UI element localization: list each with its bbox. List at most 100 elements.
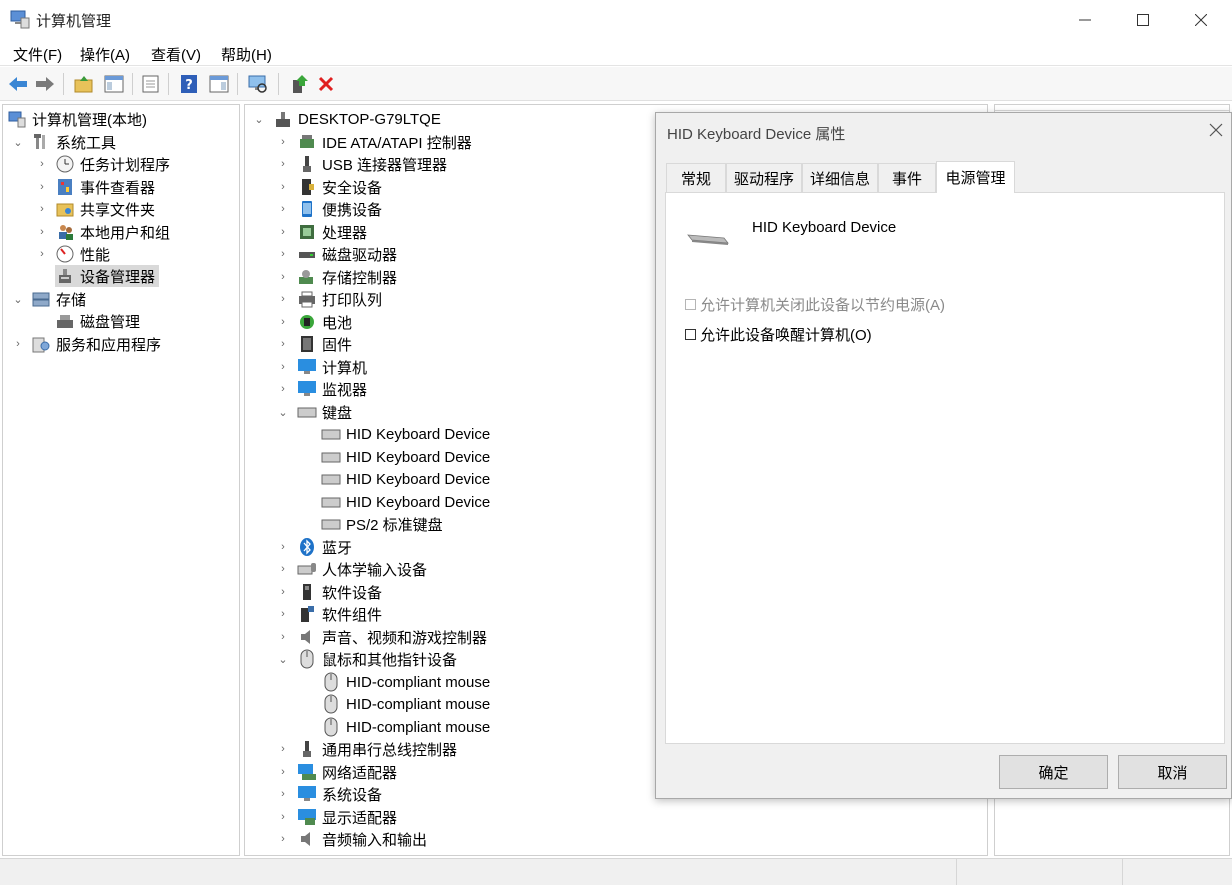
chevron-down-icon[interactable]: ⌄ — [253, 108, 265, 130]
category-software-components[interactable]: 软件组件 — [297, 603, 382, 625]
tree-local-users[interactable]: 本地用户和组 — [55, 221, 170, 243]
chevron-right-icon[interactable]: › — [277, 828, 289, 850]
category-bluetooth[interactable]: 蓝牙 — [297, 536, 352, 558]
allow-wake-option[interactable]: 允许此设备唤醒计算机(O) — [685, 324, 872, 345]
category-usb-controllers[interactable]: 通用串行总线控制器 — [297, 738, 457, 760]
chevron-right-icon[interactable]: › — [277, 311, 289, 333]
chevron-right-icon[interactable]: › — [277, 176, 289, 198]
category-computer[interactable]: 计算机 — [297, 356, 367, 378]
chevron-right-icon[interactable]: › — [36, 198, 48, 220]
mouse-device[interactable]: HID-compliant mouse — [321, 716, 490, 738]
category-mice[interactable]: 鼠标和其他指针设备 — [297, 648, 457, 670]
category-monitors[interactable]: 监视器 — [297, 378, 367, 400]
tab-power-management[interactable]: 电源管理 — [936, 161, 1015, 193]
menu-view[interactable]: 查看(V) — [151, 44, 201, 65]
category-software-devices[interactable]: 软件设备 — [297, 581, 382, 603]
category-hid[interactable]: 人体学输入设备 — [297, 558, 427, 580]
back-icon[interactable] — [6, 72, 30, 96]
tab-general[interactable]: 常规 — [666, 163, 726, 192]
up-folder-icon[interactable] — [72, 72, 96, 96]
tab-details[interactable]: 详细信息 — [802, 163, 878, 192]
tree-task-scheduler[interactable]: 任务计划程序 — [55, 153, 170, 175]
tree-root[interactable]: 计算机管理(本地) — [7, 108, 147, 130]
keyboard-device[interactable]: PS/2 标准键盘 — [321, 513, 443, 535]
keyboard-device[interactable]: HID Keyboard Device — [321, 491, 490, 513]
chevron-right-icon[interactable]: › — [36, 176, 48, 198]
category-usb-connector[interactable]: USB 连接器管理器 — [297, 153, 447, 175]
help-icon[interactable]: ? — [177, 72, 201, 96]
chevron-right-icon[interactable]: › — [277, 221, 289, 243]
cancel-button[interactable]: 取消 — [1118, 755, 1227, 789]
tab-driver[interactable]: 驱动程序 — [726, 163, 802, 192]
chevron-right-icon[interactable]: › — [277, 131, 289, 153]
category-firmware[interactable]: 固件 — [297, 333, 352, 355]
allow-wake-label[interactable]: 允许此设备唤醒计算机(O) — [700, 324, 872, 345]
chevron-right-icon[interactable]: › — [277, 806, 289, 828]
chevron-right-icon[interactable]: › — [277, 738, 289, 760]
tree-device-manager[interactable]: 设备管理器 — [55, 265, 160, 287]
chevron-down-icon[interactable]: ⌄ — [277, 401, 289, 423]
chevron-right-icon[interactable]: › — [36, 153, 48, 175]
tree-shared-folders[interactable]: 共享文件夹 — [55, 198, 155, 220]
update-driver-icon[interactable] — [287, 72, 311, 96]
category-ide[interactable]: IDE ATA/ATAPI 控制器 — [297, 131, 472, 153]
tree-event-viewer[interactable]: 事件查看器 — [55, 176, 155, 198]
chevron-right-icon[interactable]: › — [36, 243, 48, 265]
tree-system-tools[interactable]: 系统工具 — [31, 131, 116, 153]
chevron-down-icon[interactable]: ⌄ — [12, 131, 24, 153]
dialog-close-icon[interactable] — [1206, 121, 1226, 141]
chevron-right-icon[interactable]: › — [277, 536, 289, 558]
category-system-devices[interactable]: 系统设备 — [297, 783, 382, 805]
chevron-right-icon[interactable]: › — [277, 288, 289, 310]
keyboard-device[interactable]: HID Keyboard Device — [321, 446, 490, 468]
tree-disk-management[interactable]: 磁盘管理 — [55, 310, 140, 332]
allow-wake-checkbox[interactable] — [685, 329, 696, 340]
menu-help[interactable]: 帮助(H) — [221, 44, 272, 65]
chevron-right-icon[interactable]: › — [277, 626, 289, 648]
chevron-right-icon[interactable]: › — [277, 356, 289, 378]
category-network-adapters[interactable]: 网络适配器 — [297, 761, 397, 783]
show-hide-console-tree-icon[interactable] — [102, 72, 126, 96]
tree-performance[interactable]: 性能 — [55, 243, 110, 265]
chevron-right-icon[interactable]: › — [277, 153, 289, 175]
chevron-right-icon[interactable]: › — [277, 266, 289, 288]
chevron-down-icon[interactable]: ⌄ — [277, 648, 289, 670]
category-storage-controller[interactable]: 存储控制器 — [297, 266, 397, 288]
chevron-right-icon[interactable]: › — [12, 333, 24, 355]
show-action-pane-icon[interactable] — [207, 72, 231, 96]
chevron-right-icon[interactable]: › — [277, 198, 289, 220]
tree-services-apps[interactable]: 服务和应用程序 — [31, 333, 161, 355]
forward-icon[interactable] — [33, 72, 57, 96]
category-audio-io[interactable]: 音频输入和输出 — [297, 828, 427, 850]
chevron-right-icon[interactable]: › — [277, 581, 289, 603]
chevron-right-icon[interactable]: › — [277, 761, 289, 783]
chevron-right-icon[interactable]: › — [277, 558, 289, 580]
minimize-button[interactable] — [1056, 0, 1114, 40]
category-print-queue[interactable]: 打印队列 — [297, 288, 382, 310]
category-keyboards[interactable]: 键盘 — [297, 401, 352, 423]
uninstall-device-icon[interactable] — [314, 72, 338, 96]
chevron-right-icon[interactable]: › — [277, 333, 289, 355]
keyboard-device[interactable]: HID Keyboard Device — [321, 423, 490, 445]
chevron-right-icon[interactable]: › — [36, 221, 48, 243]
chevron-right-icon[interactable]: › — [277, 378, 289, 400]
maximize-button[interactable] — [1114, 0, 1172, 40]
category-battery[interactable]: 电池 — [297, 311, 352, 333]
menu-file[interactable]: 文件(F) — [13, 44, 62, 65]
category-sound[interactable]: 声音、视频和游戏控制器 — [297, 626, 487, 648]
mouse-device[interactable]: HID-compliant mouse — [321, 693, 490, 715]
chevron-right-icon[interactable]: › — [277, 243, 289, 265]
category-portable[interactable]: 便携设备 — [297, 198, 382, 220]
menu-action[interactable]: 操作(A) — [80, 44, 130, 65]
mouse-device[interactable]: HID-compliant mouse — [321, 671, 490, 693]
close-button[interactable] — [1172, 0, 1230, 40]
device-tree-root[interactable]: DESKTOP-G79LTQE — [273, 108, 441, 130]
export-list-icon[interactable] — [139, 72, 163, 96]
scan-hardware-icon[interactable] — [246, 72, 270, 96]
category-display-adapters[interactable]: 显示适配器 — [297, 806, 397, 828]
chevron-right-icon[interactable]: › — [277, 603, 289, 625]
chevron-down-icon[interactable]: ⌄ — [12, 288, 24, 310]
category-processor[interactable]: 处理器 — [297, 221, 367, 243]
tree-storage[interactable]: 存储 — [31, 288, 86, 310]
category-security[interactable]: 安全设备 — [297, 176, 382, 198]
